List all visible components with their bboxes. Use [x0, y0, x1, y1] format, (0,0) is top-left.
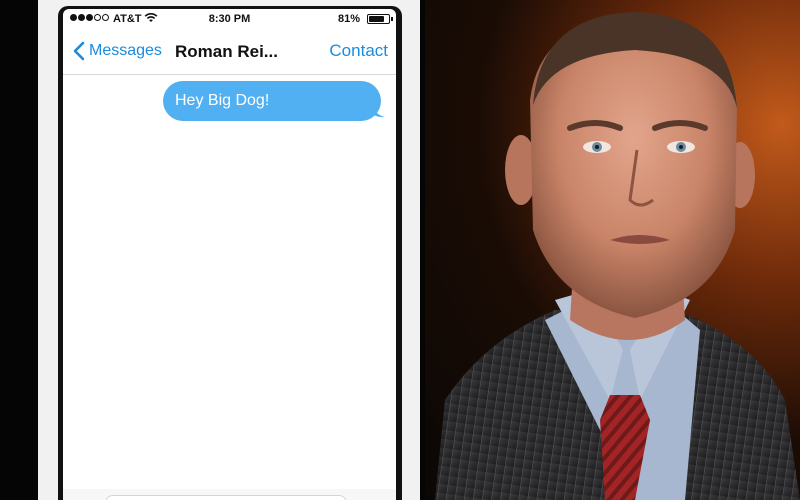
back-label: Messages: [89, 42, 162, 59]
bubble-tail: [371, 103, 385, 118]
messages-screen: AT&T 8:30 PM 81% Messages Roman Rei... C…: [63, 9, 396, 500]
back-to-messages-button[interactable]: Messages: [73, 41, 162, 61]
person-illustration: [435, 12, 800, 500]
conversation-title: Roman Rei...: [175, 42, 278, 61]
battery-percentage: 81%: [337, 13, 360, 25]
battery-tip: [391, 17, 393, 21]
chevron-left-icon: [73, 41, 85, 61]
battery-icon: [367, 14, 390, 24]
conversation-header: Messages Roman Rei... Contact: [63, 31, 396, 75]
contact-button[interactable]: Contact: [329, 41, 388, 61]
message-input[interactable]: [105, 495, 347, 500]
status-bar: AT&T 8:30 PM 81%: [63, 9, 396, 31]
outgoing-message-bubble[interactable]: Hey Big Dog!: [163, 81, 381, 121]
person-photo: [425, 0, 800, 500]
